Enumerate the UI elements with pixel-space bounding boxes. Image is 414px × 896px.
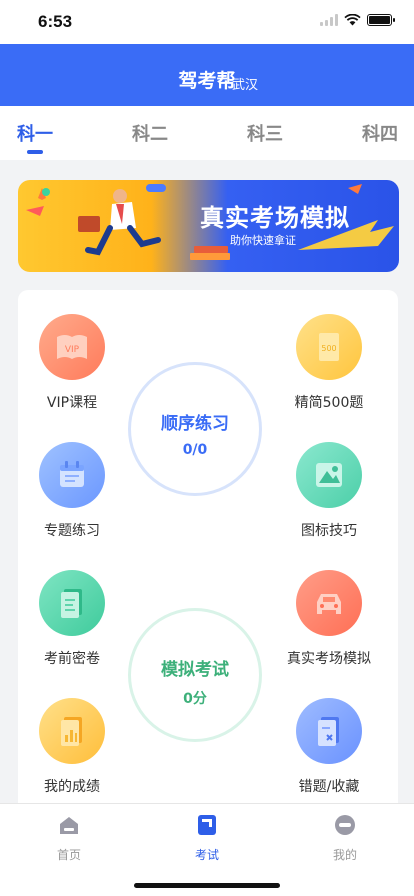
topic-practice-button[interactable]: 专题练习: [12, 442, 132, 540]
tab-subject-4[interactable]: 科四: [362, 120, 398, 146]
tab-home[interactable]: 首页: [39, 814, 99, 863]
tab-subject-1[interactable]: 科一: [17, 120, 53, 146]
topic-practice-label: 专题练习: [44, 523, 100, 539]
score-chart-icon: [39, 698, 105, 764]
my-scores-button[interactable]: 我的成绩: [12, 698, 132, 796]
wrong-favorites-button[interactable]: 错题/收藏: [269, 698, 389, 796]
vip-course-button[interactable]: VIP VIP课程: [12, 314, 132, 412]
exam-icon: [198, 815, 216, 835]
status-time: 6:53: [38, 12, 73, 31]
my-scores-label: 我的成绩: [44, 779, 100, 795]
app-title: 驾考帮: [178, 70, 236, 92]
jingjian-500-label: 精简500题: [294, 395, 364, 411]
mock-exam-score: 0分: [183, 691, 207, 707]
wrong-questions-icon: [296, 698, 362, 764]
feature-card: VIP VIP课程 500 精简500题 专题练习 图标技巧 考前密卷 真实考场…: [18, 290, 398, 850]
car-icon: [296, 570, 362, 636]
wifi-icon: [344, 14, 361, 26]
order-practice-title: 顺序练习: [161, 414, 229, 434]
order-practice-progress: 0/0: [182, 442, 208, 458]
home-icon: [60, 817, 78, 834]
profile-icon: [335, 815, 355, 835]
signal-icon: [320, 14, 338, 26]
status-bar: 6:53: [0, 0, 414, 44]
document-icon: [39, 570, 105, 636]
svg-text:500: 500: [321, 344, 336, 353]
vip-course-label: VIP课程: [46, 395, 98, 411]
calendar-icon: [39, 442, 105, 508]
app-header: 驾考帮 武汉: [0, 44, 414, 106]
pre-exam-paper-button[interactable]: 考前密卷: [12, 570, 132, 668]
icon-tips-button[interactable]: 图标技巧: [269, 442, 389, 540]
tab-exam[interactable]: 考试: [177, 814, 237, 863]
city-selector[interactable]: 武汉: [232, 74, 258, 93]
battery-icon: [367, 14, 395, 26]
real-exam-sim-label: 真实考场模拟: [287, 651, 371, 667]
icon-tips-label: 图标技巧: [301, 523, 357, 539]
tab-home-label: 首页: [56, 848, 81, 862]
banner-subtitle: 助你快速拿证: [230, 234, 296, 247]
pre-exam-paper-label: 考前密卷: [44, 651, 100, 667]
tab-exam-label: 考试: [194, 848, 219, 862]
jingjian-500-button[interactable]: 500 精简500题: [269, 314, 389, 412]
mock-exam-button[interactable]: 模拟考试 0分: [128, 608, 262, 742]
tab-active-indicator: [27, 150, 43, 154]
tab-subject-3[interactable]: 科三: [247, 120, 283, 146]
mock-exam-title: 模拟考试: [161, 660, 229, 680]
subject-tabs: 科一 科二 科三 科四: [0, 106, 414, 160]
vip-book-icon: VIP: [39, 314, 105, 380]
exam-simulation-banner[interactable]: 真实考场模拟 助你快速拿证: [18, 180, 399, 272]
bottom-tab-bar: 首页 考试 我的: [0, 803, 414, 896]
order-practice-button[interactable]: 顺序练习 0/0: [128, 362, 262, 496]
tab-subject-2[interactable]: 科二: [132, 120, 168, 146]
status-icons: [320, 14, 395, 26]
tab-profile[interactable]: 我的: [315, 814, 375, 863]
svg-text:VIP: VIP: [65, 345, 80, 355]
image-icon: [296, 442, 362, 508]
tab-profile-label: 我的: [332, 848, 357, 862]
home-indicator: [134, 883, 280, 888]
banner-title: 真实考场模拟: [200, 204, 350, 232]
wrong-favorites-label: 错题/收藏: [298, 779, 360, 795]
real-exam-sim-button[interactable]: 真实考场模拟: [269, 570, 389, 668]
question-book-icon: 500: [296, 314, 362, 380]
